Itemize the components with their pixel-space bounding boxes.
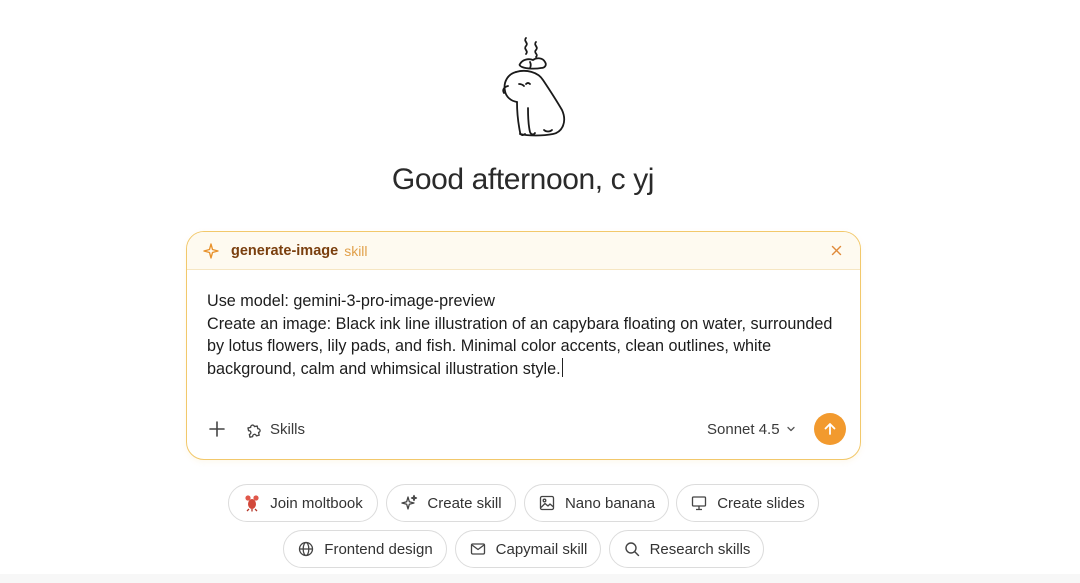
chip-create-slides[interactable]: Create slides — [676, 484, 819, 522]
plus-icon — [209, 421, 225, 437]
chip-label: Nano banana — [564, 494, 656, 512]
sparkle-icon — [203, 242, 219, 259]
chip-label: Create slides — [717, 494, 805, 512]
search-icon — [623, 540, 641, 558]
chip-join-moltbook[interactable]: Join moltbook — [228, 484, 378, 522]
sparkle-icon — [400, 494, 418, 512]
mail-icon — [469, 540, 487, 558]
close-icon — [831, 245, 841, 256]
bottom-divider — [0, 574, 1080, 583]
chip-create-skill[interactable]: Create skill — [386, 484, 516, 522]
chip-research-skills[interactable]: Research skills — [609, 530, 764, 568]
chip-label: Research skills — [649, 540, 751, 558]
add-attachment-button[interactable] — [206, 418, 228, 440]
chip-nano-banana[interactable]: Nano banana — [524, 484, 669, 522]
greeting-heading: Good afternoon, c yj — [391, 163, 655, 196]
skills-button[interactable]: Skills — [246, 417, 305, 441]
chip-label: Create skill — [427, 494, 502, 512]
chip-frontend-design[interactable]: Frontend design — [283, 530, 447, 568]
model-selector[interactable]: Sonnet 4.5 — [707, 417, 796, 441]
prompt-textarea[interactable]: Use model: gemini-3-pro-image-preview Cr… — [207, 290, 847, 380]
send-button[interactable] — [814, 413, 846, 445]
skill-name: generate-image — [231, 242, 339, 259]
active-skill-bar: generate-image skill — [187, 232, 860, 270]
chip-label: Frontend design — [324, 540, 433, 558]
capybara-mascot-icon — [486, 34, 574, 144]
skill-tag: skill — [344, 242, 368, 259]
puzzle-icon — [247, 423, 261, 438]
chip-label: Join moltbook — [270, 494, 363, 512]
close-skill-button[interactable] — [826, 241, 846, 261]
chip-capymail-skill[interactable]: Capymail skill — [455, 530, 601, 568]
prompt-line-1: Use model: gemini-3-pro-image-preview — [207, 292, 495, 310]
model-label: Sonnet 4.5 — [707, 420, 780, 438]
arrow-up-icon — [824, 423, 836, 435]
chip-label: Capymail skill — [495, 540, 588, 558]
image-icon — [538, 494, 556, 512]
chevron-down-icon — [786, 426, 795, 432]
lobster-icon — [243, 494, 261, 512]
skills-label: Skills — [270, 420, 306, 438]
text-caret — [561, 357, 563, 377]
prompt-composer[interactable]: generate-image skill Use model: gemini-3… — [186, 231, 861, 460]
globe-icon — [297, 540, 315, 558]
prompt-line-2: Create an image: Black ink line illustra… — [207, 314, 833, 378]
presentation-icon — [690, 494, 708, 512]
